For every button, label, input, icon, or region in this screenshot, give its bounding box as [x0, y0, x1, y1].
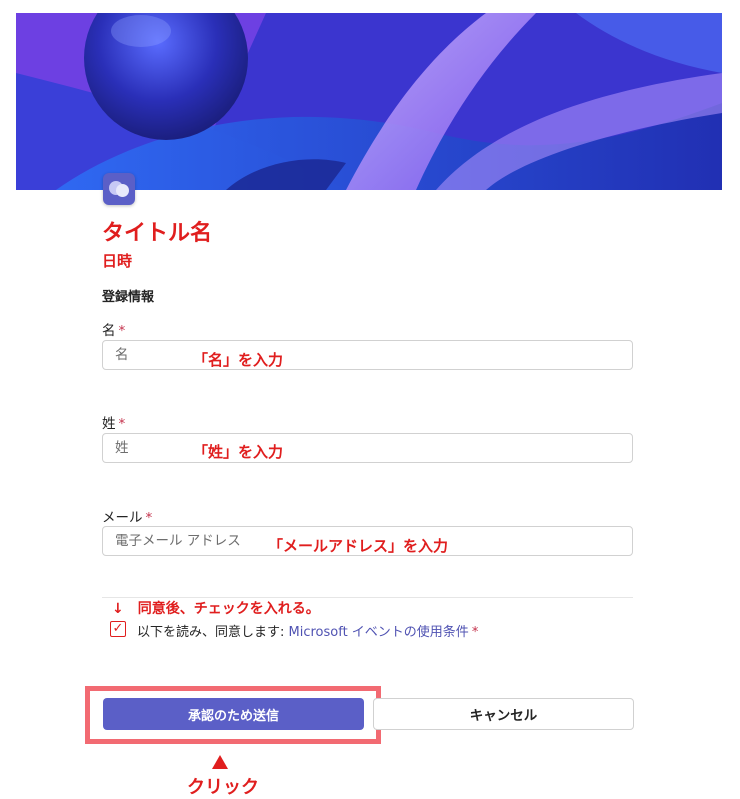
last-name-annotation: 「姓」を入力	[193, 443, 284, 461]
consent-checkbox[interactable]: ✓	[110, 621, 126, 637]
event-title: タイトル名	[102, 221, 213, 246]
email-input[interactable]	[115, 533, 275, 549]
section-title-registration: 登録情報	[102, 290, 155, 305]
required-mark: *	[118, 323, 126, 339]
required-mark: *	[118, 416, 126, 432]
submit-button[interactable]: 承認のため送信	[103, 698, 364, 730]
last-name-label: 姓 *	[102, 416, 126, 432]
first-name-label: 名 *	[102, 323, 126, 339]
click-annotation: クリック	[187, 777, 259, 798]
email-label: メール *	[102, 510, 153, 526]
email-annotation: 「メールアドレス」を入力	[268, 537, 449, 555]
last-name-field[interactable]	[102, 433, 633, 463]
first-name-annotation: 「名」を入力	[193, 351, 284, 369]
cancel-button[interactable]: キャンセル	[373, 698, 634, 730]
consent-annotation: ↓ 同意後、チェックを入れる。	[112, 601, 320, 617]
terms-of-use-link[interactable]: Microsoft イベントの使用条件	[289, 625, 469, 640]
consent-label: 以下を読み、同意します:	[137, 625, 289, 640]
first-name-field[interactable]	[102, 340, 633, 370]
event-datetime: 日時	[102, 252, 133, 270]
teams-chat-logo-icon	[103, 173, 135, 205]
consent-text: 以下を読み、同意します: Microsoft イベントの使用条件 *	[137, 621, 478, 640]
required-mark: *	[471, 625, 479, 640]
required-mark: *	[145, 510, 153, 526]
header-banner-image	[16, 13, 722, 190]
red-up-arrow-icon	[212, 755, 228, 769]
